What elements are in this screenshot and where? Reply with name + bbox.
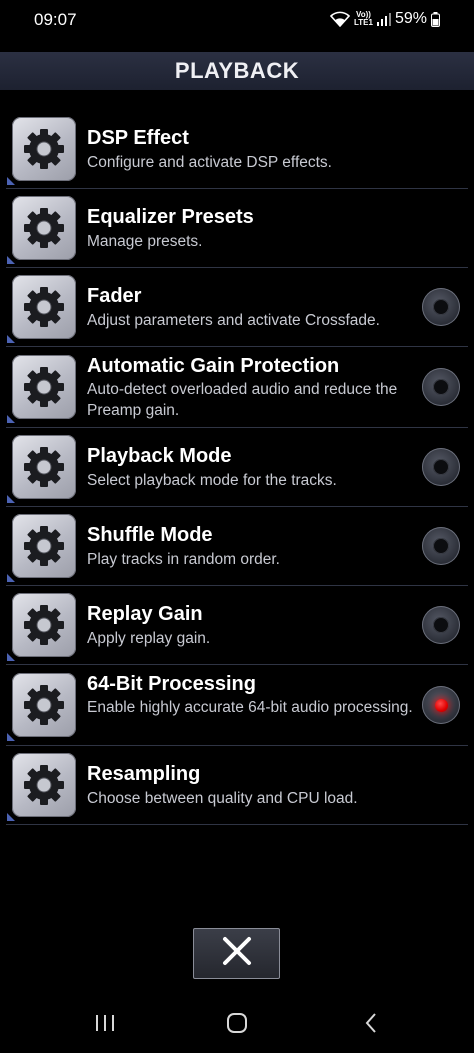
setting-title: Equalizer Presets <box>87 206 254 228</box>
corner-marker <box>7 653 15 661</box>
replay-gain-toggle[interactable] <box>422 606 460 644</box>
setting-row-64-bit-processing[interactable]: 64-Bit Processing Enable highly accurate… <box>6 665 468 746</box>
corner-marker <box>7 495 15 503</box>
home-button[interactable] <box>215 1010 259 1040</box>
status-bar: 09:07 Vo)) LTE1 59% <box>0 0 474 40</box>
close-button[interactable] <box>193 928 280 979</box>
gear-icon[interactable] <box>12 117 76 181</box>
gear-icon[interactable] <box>12 514 76 578</box>
setting-title: Playback Mode <box>87 445 232 467</box>
gear-icon[interactable] <box>12 435 76 499</box>
toggle-indicator <box>433 379 449 395</box>
setting-subtitle: Play tracks in random order. <box>87 551 280 568</box>
corner-marker <box>7 177 15 185</box>
battery-icon <box>431 11 440 27</box>
setting-row-playback-mode[interactable]: Playback Mode Select playback mode for t… <box>6 428 468 507</box>
setting-title: Fader <box>87 285 142 307</box>
setting-row-dsp-effect[interactable]: DSP Effect Configure and activate DSP ef… <box>6 110 468 189</box>
back-button[interactable] <box>349 1010 393 1040</box>
setting-subtitle: Auto-detect overloaded audio and reduce … <box>87 381 398 419</box>
corner-marker <box>7 733 15 741</box>
signal-icon <box>376 12 391 26</box>
corner-marker <box>7 256 15 264</box>
gear-icon[interactable] <box>12 673 76 737</box>
setting-row-equalizer-presets[interactable]: Equalizer Presets Manage presets. <box>6 189 468 268</box>
toggle-indicator <box>433 299 449 315</box>
setting-row-automatic-gain-protection[interactable]: Automatic Gain Protection Auto-detect ov… <box>6 347 468 428</box>
status-icons: Vo)) LTE1 59% <box>330 9 440 29</box>
setting-title: DSP Effect <box>87 127 189 149</box>
volte-icon: Vo)) LTE1 <box>354 11 373 27</box>
setting-subtitle: Configure and activate DSP effects. <box>87 154 332 171</box>
setting-subtitle: Enable highly accurate 64-bit audio proc… <box>87 699 413 716</box>
toggle-indicator <box>433 617 449 633</box>
toggle-indicator <box>433 459 449 475</box>
recent-apps-button[interactable] <box>83 1010 127 1040</box>
setting-row-resampling[interactable]: Resampling Choose between quality and CP… <box>6 746 468 825</box>
fader-toggle[interactable] <box>422 288 460 326</box>
setting-title: Shuffle Mode <box>87 524 213 546</box>
shuffle-mode-toggle[interactable] <box>422 527 460 565</box>
gear-icon[interactable] <box>12 196 76 260</box>
setting-row-replay-gain[interactable]: Replay Gain Apply replay gain. <box>6 586 468 665</box>
corner-marker <box>7 813 15 821</box>
corner-marker <box>7 415 15 423</box>
home-icon <box>226 1012 248 1039</box>
page-title: PLAYBACK <box>174 58 300 83</box>
setting-title: Resampling <box>87 763 201 785</box>
setting-row-shuffle-mode[interactable]: Shuffle Mode Play tracks in random order… <box>6 507 468 586</box>
system-nav-bar <box>0 1000 474 1053</box>
setting-subtitle: Choose between quality and CPU load. <box>87 790 358 807</box>
gear-icon[interactable] <box>12 275 76 339</box>
status-time: 09:07 <box>34 10 77 29</box>
header-bar: PLAYBACK <box>0 52 474 90</box>
battery-percent: 59% <box>394 10 427 27</box>
64-bit-processing-toggle[interactable] <box>422 686 460 724</box>
gear-icon[interactable] <box>12 593 76 657</box>
gear-icon[interactable] <box>12 753 76 817</box>
back-icon <box>363 1012 379 1039</box>
settings-list: DSP Effect Configure and activate DSP ef… <box>0 110 474 825</box>
setting-subtitle: Select playback mode for the tracks. <box>87 472 337 489</box>
corner-marker <box>7 574 15 582</box>
wifi-icon <box>330 11 350 27</box>
setting-title: 64-Bit Processing <box>87 673 256 695</box>
setting-subtitle: Adjust parameters and activate Crossfade… <box>87 312 380 329</box>
setting-subtitle: Manage presets. <box>87 233 203 250</box>
recent-apps-icon <box>94 1013 116 1038</box>
setting-row-fader[interactable]: Fader Adjust parameters and activate Cro… <box>6 268 468 347</box>
toggle-indicator-on <box>434 698 448 712</box>
corner-marker <box>7 335 15 343</box>
setting-title: Automatic Gain Protection <box>87 355 340 377</box>
playback-mode-toggle[interactable] <box>422 448 460 486</box>
setting-title: Replay Gain <box>87 603 203 625</box>
volte-label-bottom: LTE1 <box>354 18 373 27</box>
setting-subtitle: Apply replay gain. <box>87 630 211 647</box>
gear-icon[interactable] <box>12 355 76 419</box>
automatic-gain-protection-toggle[interactable] <box>422 368 460 406</box>
close-icon <box>222 936 252 971</box>
toggle-indicator <box>433 538 449 554</box>
